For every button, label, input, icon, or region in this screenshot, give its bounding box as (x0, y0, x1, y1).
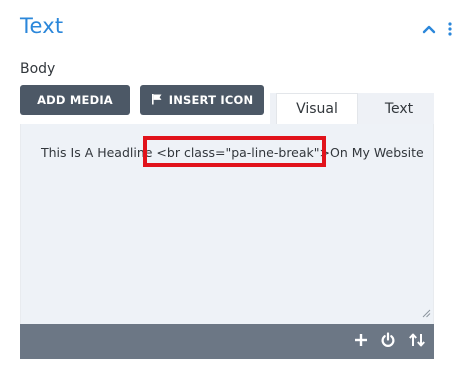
resize-grip-icon[interactable] (422, 303, 431, 322)
add-media-button[interactable]: ADD MEDIA (20, 85, 130, 115)
plus-icon[interactable] (354, 333, 368, 347)
sort-arrows-icon[interactable] (408, 332, 426, 348)
flag-icon (151, 93, 163, 108)
tab-visual[interactable]: Visual (276, 93, 358, 124)
insert-icon-button[interactable]: INSERT ICON (140, 85, 264, 115)
panel-header-controls (422, 22, 452, 36)
editor-content: This Is A Headline <br class="pa-line-br… (41, 145, 424, 160)
panel-title: Text (20, 14, 64, 38)
insert-icon-label: INSERT ICON (168, 93, 254, 107)
tab-text[interactable]: Text (364, 93, 434, 124)
editor-toolbar (20, 324, 434, 359)
body-field-label: Body (20, 61, 56, 77)
add-media-label: ADD MEDIA (37, 93, 113, 107)
more-vertical-icon[interactable] (448, 22, 452, 36)
chevron-up-icon[interactable] (422, 24, 436, 34)
power-icon[interactable] (380, 332, 396, 348)
body-textarea[interactable]: This Is A Headline <br class="pa-line-br… (20, 124, 434, 324)
